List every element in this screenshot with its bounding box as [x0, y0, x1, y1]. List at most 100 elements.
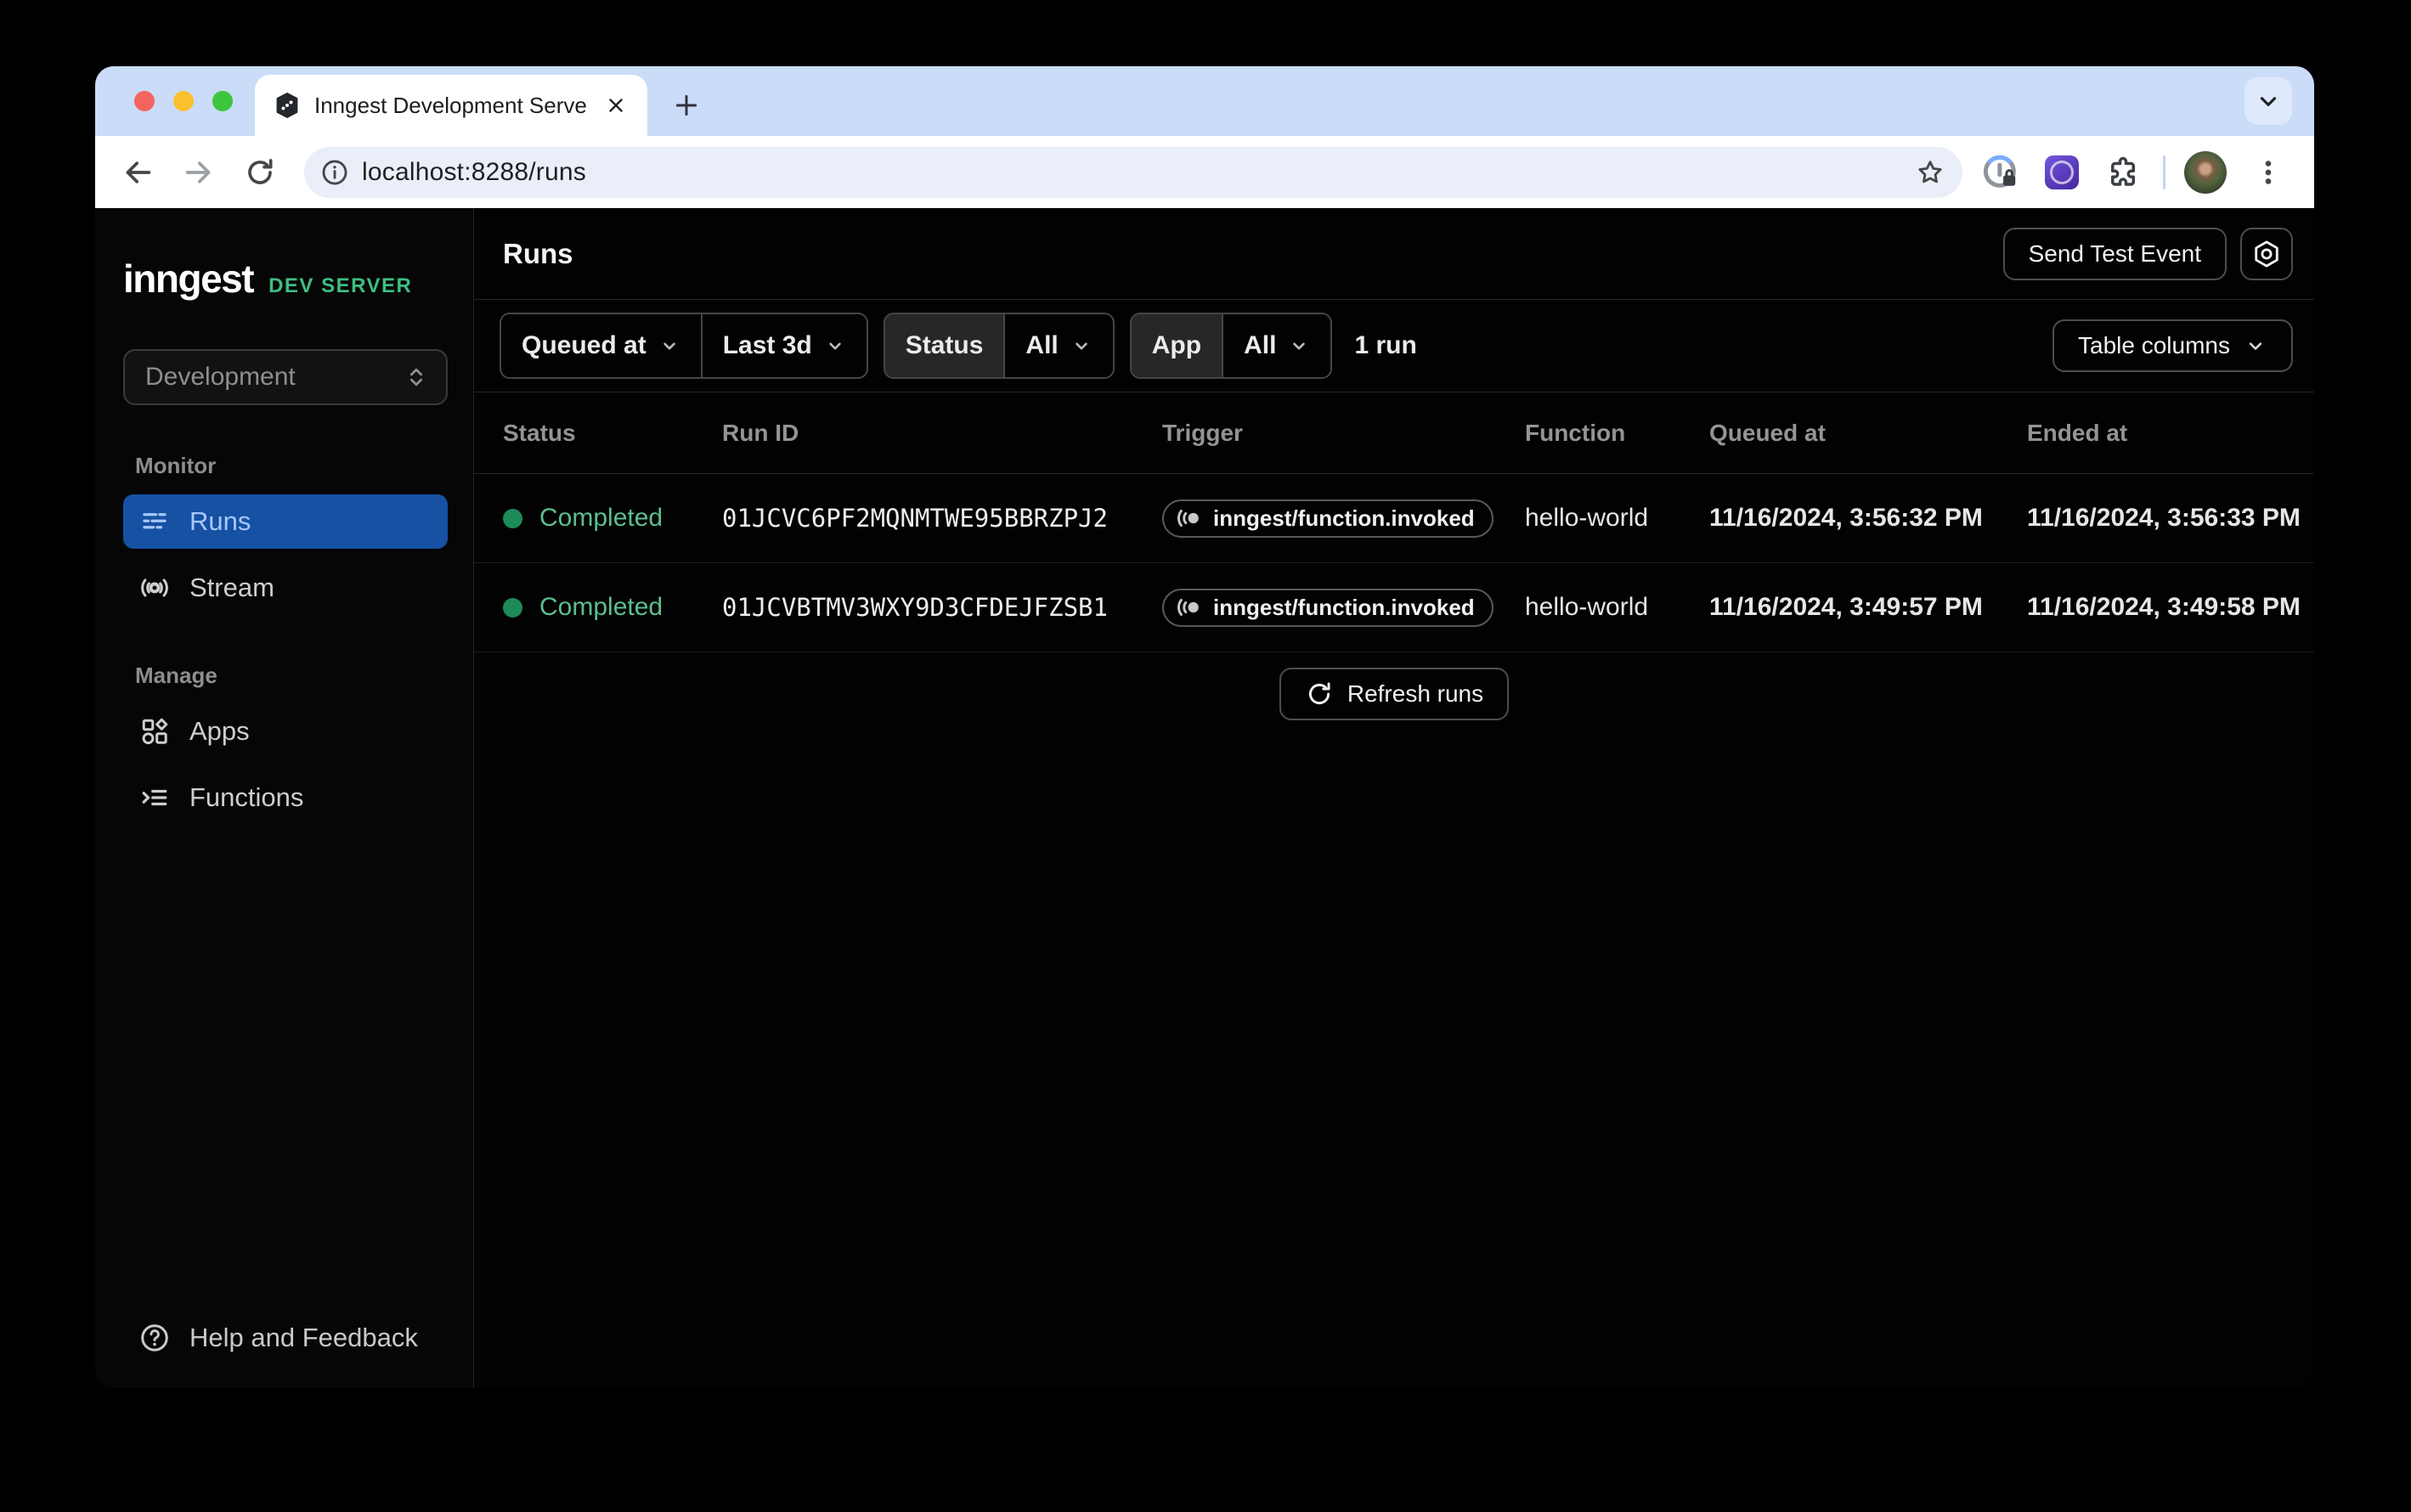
sidebar: inngest DEV SERVER Development Monitor R…: [95, 208, 474, 1388]
time-field-value: Queued at: [522, 331, 647, 360]
queued-at-time: 11/16/2024, 3:49:57 PM: [1709, 593, 2027, 622]
stream-icon: [138, 572, 171, 604]
trigger-badge[interactable]: inngest/function.invoked: [1162, 589, 1493, 627]
bookmark-star-icon[interactable]: [1911, 154, 1949, 191]
column-header-run-id: Run ID: [722, 420, 1162, 447]
table-row[interactable]: Completed 01JCVBTMV3WXY9D3CFDEJFZSB1 inn…: [474, 563, 2314, 652]
refresh-icon: [1305, 680, 1334, 708]
sidebar-item-functions[interactable]: Functions: [123, 770, 448, 825]
trigger-badge[interactable]: inngest/function.invoked: [1162, 499, 1493, 538]
function-name[interactable]: hello-world: [1525, 504, 1709, 533]
status-filter: Status All: [884, 313, 1115, 379]
settings-gear-button[interactable]: [2240, 228, 2293, 280]
chevron-down-icon: [1288, 335, 1310, 357]
run-count: 1 run: [1354, 331, 1416, 360]
column-header-function: Function: [1525, 420, 1709, 447]
main-content: Runs Send Test Event Queued at: [474, 208, 2314, 1388]
password-manager-extension-icon[interactable]: [1978, 150, 2024, 195]
extension-app-icon[interactable]: [2039, 150, 2085, 195]
browser-tab[interactable]: Inngest Development Server: [255, 75, 647, 136]
inngest-favicon-icon: [274, 92, 301, 119]
runs-list-icon: [138, 505, 171, 538]
help-label: Help and Feedback: [189, 1323, 418, 1353]
app-filter-label: App: [1132, 314, 1222, 377]
time-range-value: Last 3d: [723, 331, 812, 360]
chevron-down-icon: [1070, 335, 1093, 357]
window-controls: [134, 91, 233, 111]
url-text[interactable]: localhost:8288/runs: [362, 158, 1911, 187]
environment-selector-value: Development: [145, 363, 296, 392]
refresh-runs-button[interactable]: Refresh runs: [1279, 668, 1509, 720]
functions-icon: [138, 781, 171, 814]
sidebar-item-runs[interactable]: Runs: [123, 494, 448, 549]
logo: inngest DEV SERVER: [123, 256, 448, 302]
new-tab-button[interactable]: [663, 82, 710, 129]
sidebar-item-stream[interactable]: Stream: [123, 561, 448, 615]
site-info-icon[interactable]: [316, 154, 353, 191]
table-row[interactable]: Completed 01JCVC6PF2MQNMTWE95BBRZPJ2 inn…: [474, 474, 2314, 563]
tab-close-icon[interactable]: [601, 91, 630, 120]
sidebar-item-apps[interactable]: Apps: [123, 704, 448, 759]
page-title: Runs: [503, 238, 573, 270]
help-icon: [138, 1322, 171, 1354]
tab-search-chevron-icon[interactable]: [2244, 77, 2292, 125]
browser-toolbar: localhost:8288/runs: [95, 136, 2314, 208]
url-bar[interactable]: localhost:8288/runs: [304, 147, 1962, 198]
tab-title: Inngest Development Server: [314, 93, 588, 119]
status-filter-value: All: [1025, 331, 1058, 360]
browser-menu-icon[interactable]: [2245, 150, 2291, 195]
forward-icon[interactable]: [177, 150, 221, 195]
app-filter-value: All: [1244, 331, 1276, 360]
environment-selector[interactable]: Development: [123, 349, 448, 405]
trigger-name: inngest/function.invoked: [1213, 505, 1475, 532]
filter-bar: Queued at Last 3d Status Al: [474, 300, 2314, 392]
minimize-window-button[interactable]: [173, 91, 194, 111]
queued-at-time: 11/16/2024, 3:56:32 PM: [1709, 504, 2027, 533]
column-header-queued-at: Queued at: [1709, 420, 2027, 447]
toolbar-divider: [2163, 155, 2165, 189]
browser-tabstrip: Inngest Development Server: [95, 66, 2314, 136]
reload-icon[interactable]: [238, 150, 282, 195]
run-id[interactable]: 01JCVC6PF2MQNMTWE95BBRZPJ2: [722, 504, 1162, 533]
app-filter: App All: [1130, 313, 1333, 379]
sidebar-item-label: Runs: [189, 506, 251, 537]
status-dot-icon: [503, 598, 522, 618]
page-header: Runs Send Test Event: [474, 208, 2314, 300]
status-filter-dropdown[interactable]: All: [1003, 314, 1112, 377]
chevron-down-icon: [2244, 334, 2267, 358]
chevron-up-down-icon: [404, 364, 429, 390]
back-icon[interactable]: [116, 150, 160, 195]
status-label: Completed: [539, 593, 663, 622]
inngest-app: inngest DEV SERVER Development Monitor R…: [95, 208, 2314, 1388]
profile-avatar[interactable]: [2184, 151, 2227, 194]
event-trigger-icon: [1176, 505, 1203, 532]
maximize-window-button[interactable]: [212, 91, 233, 111]
table-columns-button[interactable]: Table columns: [2052, 319, 2293, 372]
extensions-puzzle-icon[interactable]: [2100, 150, 2146, 195]
sidebar-item-label: Functions: [189, 782, 303, 813]
desktop-background: Inngest Development Server: [0, 0, 2411, 1512]
apps-icon: [138, 715, 171, 748]
ended-at-time: 11/16/2024, 3:56:33 PM: [2027, 504, 2314, 533]
trigger-name: inngest/function.invoked: [1213, 595, 1475, 621]
status-label: Completed: [539, 504, 663, 533]
close-window-button[interactable]: [134, 91, 155, 111]
event-trigger-icon: [1176, 594, 1203, 621]
time-field-dropdown[interactable]: Queued at: [501, 314, 701, 377]
function-name[interactable]: hello-world: [1525, 593, 1709, 622]
time-range-dropdown[interactable]: Last 3d: [701, 314, 867, 377]
send-test-event-button[interactable]: Send Test Event: [2003, 228, 2227, 280]
run-id[interactable]: 01JCVBTMV3WXY9D3CFDEJFZSB1: [722, 593, 1162, 622]
table-header: Status Run ID Trigger Function Queued at…: [474, 392, 2314, 474]
dev-server-badge: DEV SERVER: [268, 274, 412, 298]
ended-at-time: 11/16/2024, 3:49:58 PM: [2027, 593, 2314, 622]
column-header-ended-at: Ended at: [2027, 420, 2314, 447]
status-filter-label: Status: [885, 314, 1004, 377]
help-and-feedback[interactable]: Help and Feedback: [123, 1322, 448, 1354]
browser-window: Inngest Development Server: [95, 66, 2314, 1388]
time-filter: Queued at Last 3d: [500, 313, 868, 379]
status-dot-icon: [503, 509, 522, 528]
app-filter-dropdown[interactable]: All: [1222, 314, 1330, 377]
sidebar-section-monitor: Monitor: [135, 453, 448, 479]
inngest-wordmark: inngest: [123, 256, 253, 302]
